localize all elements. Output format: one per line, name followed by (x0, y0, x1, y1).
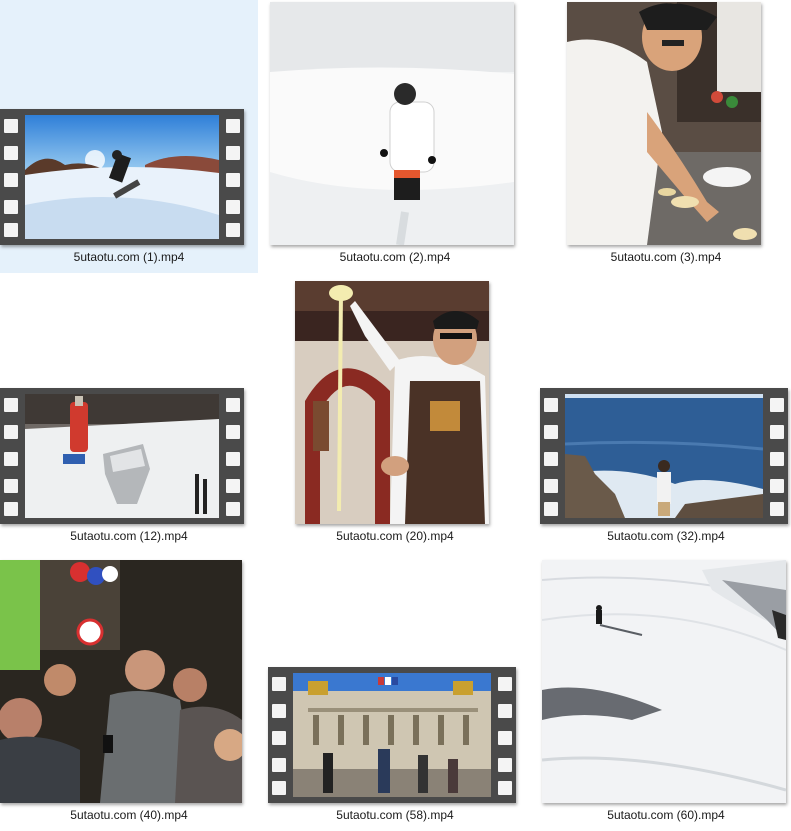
film-perforations-right (494, 667, 516, 803)
video-thumbnail-2 (270, 2, 514, 245)
file-name: 5utaotu.com (60).mp4 (607, 808, 725, 822)
video-thumbnail-8 (268, 667, 516, 803)
file-item-9[interactable]: 5utaotu.com (60).mp4 (537, 558, 791, 831)
video-frame (293, 673, 491, 797)
film-perforations-left (540, 388, 562, 524)
file-item-8[interactable]: 5utaotu.com (58).mp4 (266, 558, 524, 831)
video-thumbnail-1 (0, 109, 244, 245)
file-name: 5utaotu.com (3).mp4 (610, 250, 722, 264)
video-frame (25, 115, 219, 239)
video-thumbnail-6 (540, 388, 788, 524)
file-name: 5utaotu.com (1).mp4 (73, 250, 185, 264)
film-perforations-left (0, 388, 22, 524)
video-frame (25, 394, 219, 518)
film-perforations-right (222, 388, 244, 524)
video-thumbnail-3 (567, 2, 761, 245)
file-item-6[interactable]: 5utaotu.com (32).mp4 (537, 279, 791, 552)
video-thumbnail-9 (542, 560, 786, 803)
file-name: 5utaotu.com (2).mp4 (339, 250, 451, 264)
film-perforations-left (0, 109, 22, 245)
file-item-4[interactable]: 5utaotu.com (12).mp4 (0, 279, 258, 552)
file-name: 5utaotu.com (20).mp4 (336, 529, 454, 543)
file-item-2[interactable]: 5utaotu.com (2).mp4 (266, 0, 524, 273)
film-perforations-left (268, 667, 290, 803)
file-item-1[interactable]: 5utaotu.com (1).mp4 (0, 0, 258, 273)
file-name: 5utaotu.com (12).mp4 (70, 529, 188, 543)
video-thumbnail-5 (295, 281, 489, 524)
video-thumbnail-7 (0, 560, 242, 803)
film-perforations-right (222, 109, 244, 245)
file-item-5[interactable]: 5utaotu.com (20).mp4 (266, 279, 524, 552)
video-thumbnail-4 (0, 388, 244, 524)
film-perforations-right (766, 388, 788, 524)
file-item-7[interactable]: 5utaotu.com (40).mp4 (0, 558, 258, 831)
file-name: 5utaotu.com (40).mp4 (70, 808, 188, 822)
file-name: 5utaotu.com (32).mp4 (607, 529, 725, 543)
file-name: 5utaotu.com (58).mp4 (336, 808, 454, 822)
video-frame (565, 394, 763, 518)
file-item-3[interactable]: 5utaotu.com (3).mp4 (537, 0, 791, 273)
